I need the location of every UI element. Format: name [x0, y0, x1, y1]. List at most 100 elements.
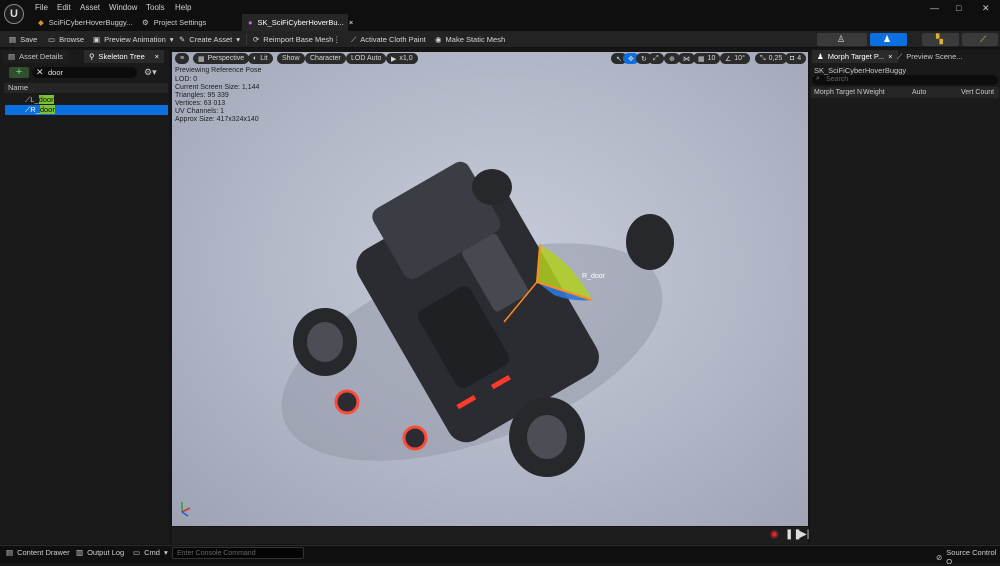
col-weight[interactable]: Weight	[863, 87, 885, 98]
divider	[246, 34, 247, 45]
physics-icon: ⟋	[980, 34, 987, 44]
hamburger-icon: ≡	[180, 55, 185, 62]
camera-icon: ◘	[790, 55, 795, 62]
tab-project-settings[interactable]: ⚙ Project Settings	[136, 14, 212, 31]
save-button[interactable]: ▤ Save	[9, 31, 37, 48]
cmd-button[interactable]: ▭ Cmd ▾	[133, 548, 168, 557]
add-button[interactable]: +	[9, 67, 29, 78]
snap-icon: ⋈	[683, 55, 690, 63]
menu-edit[interactable]: Edit	[57, 3, 71, 12]
static-mesh-label: Make Static Mesh	[445, 35, 506, 44]
step-forward-icon[interactable]: ▶|	[799, 529, 809, 540]
grid-snap-button[interactable]: ▦ 10	[693, 53, 721, 64]
reimport-base-mesh-button[interactable]: ⟳ Reimport Base Mesh	[253, 31, 333, 48]
show-button[interactable]: Show	[277, 53, 305, 64]
console-input[interactable]: Enter Console Command	[172, 547, 304, 559]
left-panel	[0, 50, 169, 544]
col-morph-target-name[interactable]: Morph Target N	[814, 87, 862, 98]
tab-morph-target-preview[interactable]: ♟ Morph Target P... ×	[812, 50, 898, 63]
tree-row-l-door[interactable]: ⟋L_door	[5, 95, 168, 105]
menu-help[interactable]: Help	[175, 3, 191, 12]
scale-snap-button[interactable]: ⤡ 0,25	[755, 53, 788, 64]
show-label: Show	[282, 55, 300, 62]
col-auto[interactable]: Auto	[912, 87, 926, 98]
camera-speed-button[interactable]: ◘ 4	[785, 53, 807, 64]
mesh-icon: ♟	[883, 34, 892, 44]
unreal-logo-icon[interactable]: U	[4, 4, 24, 24]
drawer-icon: ▤	[6, 548, 14, 557]
details-icon: ▤	[8, 52, 16, 61]
playback-speed-button[interactable]: ▶ x1,0	[386, 53, 418, 64]
browse-label: Browse	[59, 35, 85, 44]
record-icon[interactable]: ◉	[770, 529, 779, 540]
grid-value: 10	[707, 55, 716, 62]
character-button[interactable]: Character	[305, 53, 346, 64]
search-input[interactable]: door	[32, 67, 137, 78]
brush-icon: ⟋	[351, 34, 357, 44]
timeline-bar	[172, 527, 808, 544]
tab-label: Preview Scene...	[906, 52, 963, 61]
menu-asset[interactable]: Asset	[80, 3, 100, 12]
create-asset-button[interactable]: ✎ Create Asset ▾	[179, 31, 240, 48]
chevron-down-icon: ▾	[236, 35, 241, 44]
menu-window[interactable]: Window	[109, 3, 137, 12]
name-column-header[interactable]: Name	[4, 83, 168, 93]
close-window-button[interactable]: ✕	[982, 3, 990, 14]
play-icon: ▶	[391, 55, 397, 63]
clear-search-icon[interactable]: ✕	[36, 67, 44, 78]
preview-animation-label: Preview Animation	[104, 35, 166, 44]
settings-icon: ⚙	[142, 18, 149, 27]
close-icon[interactable]: ×	[349, 18, 353, 27]
source-control-label: Source Control O	[946, 548, 997, 566]
tab-label: Morph Target P...	[827, 52, 885, 61]
preview-animation-button[interactable]: ▣ Preview Animation ▾	[93, 31, 174, 48]
stat-line: Current Screen Size: 1,144	[175, 84, 260, 91]
settings-icon[interactable]: ⚙▾	[144, 67, 157, 78]
output-log-button[interactable]: ▥ Output Log	[76, 548, 124, 557]
bone-icon: ⟋	[25, 105, 31, 114]
tab-preview-scene[interactable]: ⟋ Preview Scene...	[892, 50, 968, 63]
minimize-button[interactable]: —	[930, 3, 939, 13]
menu-tools[interactable]: Tools	[146, 3, 165, 12]
maximize-button[interactable]: □	[956, 3, 961, 13]
menu-file[interactable]: File	[35, 3, 48, 12]
content-drawer-button[interactable]: ▤ Content Drawer	[6, 548, 70, 557]
content-drawer-label: Content Drawer	[17, 548, 70, 557]
lit-button[interactable]: ◐ Lit	[248, 53, 273, 64]
browse-button[interactable]: ▭ Browse	[48, 31, 84, 48]
tab-skeleton-tree[interactable]: ⚲ Skeleton Tree ×	[84, 50, 164, 63]
morph-icon: ♟	[817, 52, 824, 61]
stat-line: Approx Size: 417x324x140	[175, 116, 259, 123]
scale-value: 0,25	[768, 55, 783, 62]
col-vert-count[interactable]: Vert Count	[961, 87, 994, 98]
source-control-button[interactable]: ⊘ Source Control O	[936, 548, 1000, 566]
camera-speed-value: 4	[797, 55, 802, 62]
stat-line: Previewing Reference Pose	[175, 67, 262, 74]
cube-icon: ▦	[198, 55, 205, 63]
right-panel	[810, 50, 1000, 544]
static-mesh-icon: ◉	[435, 35, 442, 44]
perspective-button[interactable]: ▦ Perspective	[193, 53, 250, 64]
search-icon: ⌕	[816, 75, 820, 82]
lod-button[interactable]: LOD Auto	[346, 53, 387, 64]
tab-level[interactable]: ◆ SciFiCyberHoverBuggy...	[32, 14, 138, 31]
lit-label: Lit	[260, 55, 268, 62]
more-options-icon[interactable]: ⋮	[333, 31, 341, 48]
reimport-label: Reimport Base Mesh	[263, 35, 334, 44]
tab-asset-details[interactable]: ▤ Asset Details	[3, 50, 68, 63]
tree-row-r-door[interactable]: ⟋R_door	[5, 105, 168, 115]
character-label: Character	[310, 55, 341, 62]
morph-search-input[interactable]: Search	[812, 75, 998, 85]
scale-button[interactable]: ⤢	[648, 53, 664, 64]
tab-skeletal-mesh[interactable]: ● SK_SciFiCyberHoverBu... ×	[242, 14, 353, 31]
bone-match: door	[39, 105, 55, 114]
activate-cloth-paint-button[interactable]: ⟋ Activate Cloth Paint	[351, 31, 426, 48]
close-icon[interactable]: ×	[155, 52, 159, 61]
buggy-render: R_door	[181, 161, 674, 517]
viewport-menu-button[interactable]: ≡	[175, 53, 190, 64]
viewport[interactable]: R_door	[172, 52, 808, 526]
make-static-mesh-button[interactable]: ◉ Make Static Mesh	[435, 31, 505, 48]
asset-name: SK_SciFiCyberHoverBuggy	[814, 66, 907, 75]
tab-label: SK_SciFiCyberHoverBu...	[257, 18, 344, 27]
angle-snap-button[interactable]: ∠ 10°	[720, 53, 750, 64]
